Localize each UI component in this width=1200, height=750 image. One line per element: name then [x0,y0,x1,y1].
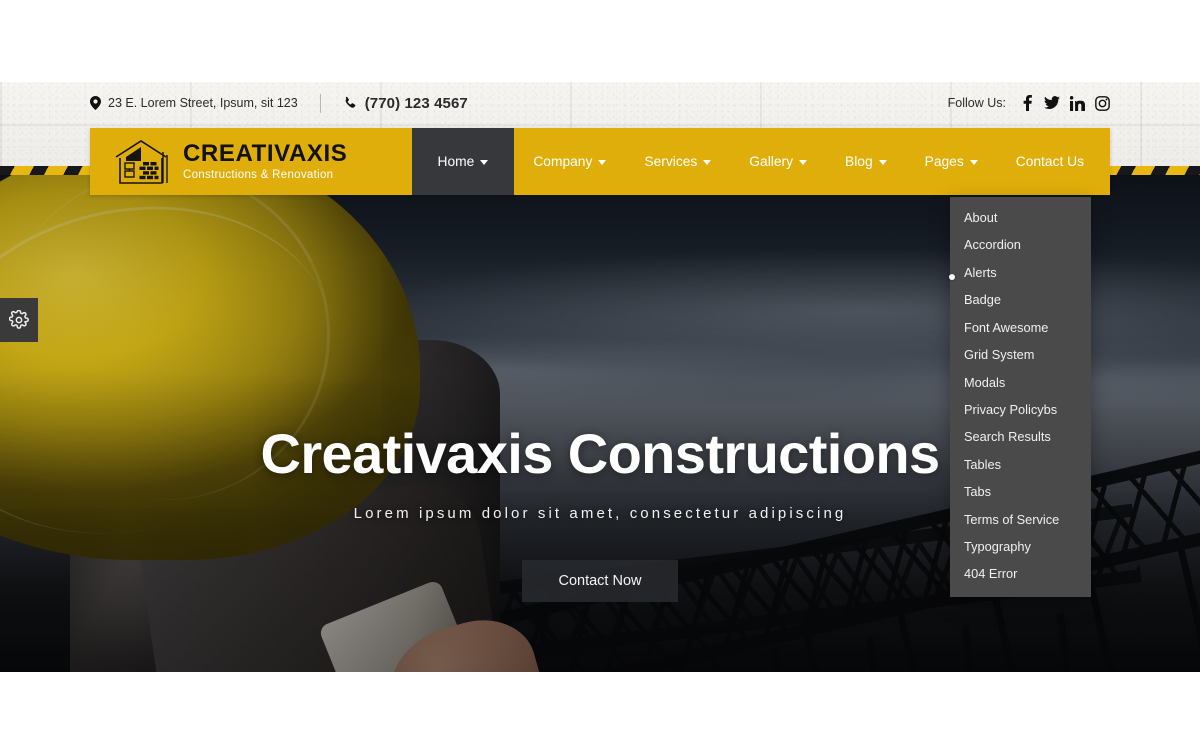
brand-text-block: CREATIVAXIS Constructions & Renovation [183,139,348,182]
dropdown-item-typography[interactable]: Typography [950,533,1091,560]
dropdown-item-font-awesome[interactable]: Font Awesome [950,314,1091,341]
webpage-root: 23 E. Lorem Street, Ipsum, sit 123 (770)… [0,0,1200,750]
chevron-down-icon [703,160,712,165]
primary-navigation: Home Company Services Gallery Blog Pages [411,128,1110,195]
mouse-cursor-indicator [949,274,955,280]
dropdown-item-404-error[interactable]: 404 Error [950,560,1091,587]
topbar-divider [319,93,321,113]
address-info[interactable]: 23 E. Lorem Street, Ipsum, sit 123 [90,96,298,110]
page-bottom-whitespace [0,672,1200,750]
pages-dropdown-menu: About Accordion Alerts Badge Font Awesom… [950,197,1091,597]
nav-item-company[interactable]: Company [514,128,625,195]
dropdown-item-search-results[interactable]: Search Results [950,423,1091,450]
gear-icon [9,310,29,330]
nav-item-pages-label: Pages [924,154,964,169]
twitter-icon[interactable] [1044,95,1060,112]
nav-item-services-label: Services [644,154,698,169]
contact-now-button[interactable]: Contact Now [522,559,678,602]
brand-logo[interactable]: CREATIVAXIS Constructions & Renovation [90,128,347,195]
chevron-down-icon [969,160,978,165]
follow-us-label: Follow Us: [947,96,1006,110]
topbar-contact-group: 23 E. Lorem Street, Ipsum, sit 123 (770)… [90,93,468,113]
linkedin-icon[interactable] [1069,95,1085,112]
house-with-bricks-logo-icon [112,138,170,186]
nav-item-pages[interactable]: Pages [906,128,997,195]
main-navbar: CREATIVAXIS Constructions & Renovation H… [90,128,1110,195]
map-pin-icon [90,96,101,110]
instagram-icon[interactable] [1094,95,1110,112]
telephone-icon [343,96,358,111]
dropdown-item-terms-of-service[interactable]: Terms of Service [950,506,1091,533]
nav-item-contact-us-label: Contact Us [1015,154,1084,169]
dropdown-item-tables[interactable]: Tables [950,451,1091,478]
chevron-down-icon [878,160,887,165]
phone-info[interactable]: (770) 123 4567 [343,95,468,112]
brand-name: CREATIVAXIS [183,139,348,167]
chevron-down-icon [598,160,607,165]
nav-item-services[interactable]: Services [625,128,730,195]
chevron-down-icon [480,160,489,165]
nav-item-contact-us[interactable]: Contact Us [997,128,1110,195]
dropdown-item-alerts[interactable]: Alerts [950,259,1091,286]
dropdown-item-badge[interactable]: Badge [950,286,1091,313]
dropdown-item-modals[interactable]: Modals [950,369,1091,396]
dropdown-item-tabs[interactable]: Tabs [950,478,1091,505]
nav-item-gallery-label: Gallery [749,154,793,169]
dropdown-item-about[interactable]: About [950,204,1091,231]
nav-item-gallery[interactable]: Gallery [730,128,826,195]
chevron-down-icon [799,160,807,165]
address-text: 23 E. Lorem Street, Ipsum, sit 123 [108,96,298,110]
dropdown-item-accordion[interactable]: Accordion [950,231,1091,258]
nav-item-blog[interactable]: Blog [826,128,906,195]
facebook-icon[interactable] [1019,95,1035,112]
nav-item-home-label: Home [437,154,475,169]
dropdown-item-grid-system[interactable]: Grid System [950,341,1091,368]
social-links-group: Follow Us: [948,95,1110,112]
phone-number: (770) 123 4567 [364,94,468,112]
page-top-whitespace [0,0,1200,82]
nav-item-company-label: Company [533,154,593,169]
nav-item-blog-label: Blog [845,154,873,169]
top-info-bar: 23 E. Lorem Street, Ipsum, sit 123 (770)… [0,82,1200,124]
nav-item-home[interactable]: Home [411,128,515,195]
brand-tagline: Constructions & Renovation [183,168,334,181]
dropdown-item-privacy-policy[interactable]: Privacy Policybs [950,396,1091,423]
settings-panel-toggle[interactable] [0,298,38,342]
